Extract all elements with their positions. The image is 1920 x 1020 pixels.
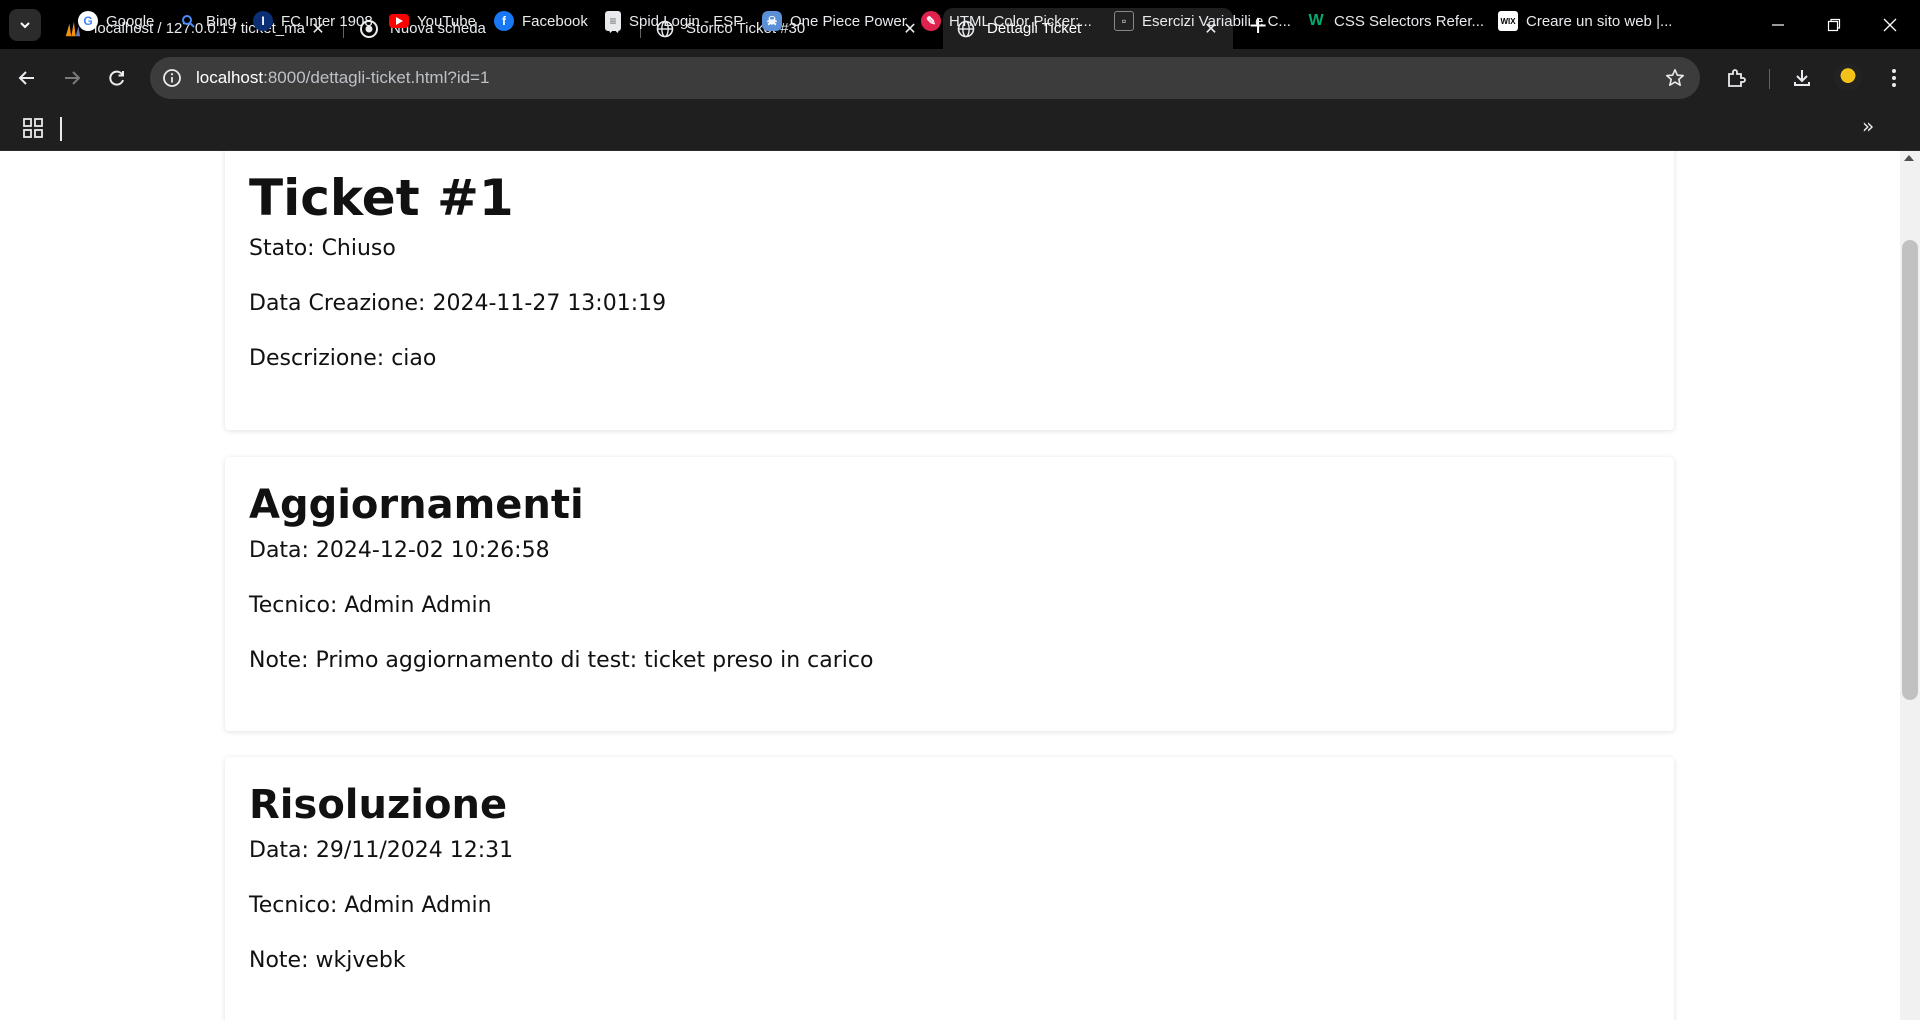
restore-button[interactable] xyxy=(1806,0,1862,49)
bookmark-bing[interactable]: Bing xyxy=(178,9,236,33)
resolution-card: Risoluzione Data: 29/11/2024 12:31 Tecni… xyxy=(225,757,1674,1020)
ticket-creation-date: Data Creazione: 2024-11-27 13:01:19 xyxy=(249,291,667,316)
bookmark-fc-inter[interactable]: I FC Inter 1908 xyxy=(253,9,373,33)
profile-avatar[interactable] xyxy=(1834,63,1862,91)
bing-search-icon xyxy=(178,11,198,31)
bookmarks-divider xyxy=(60,117,62,141)
update-date: Data: 2024-12-02 10:26:58 xyxy=(249,538,550,563)
bookmark-label: CSS Selectors Refer... xyxy=(1334,12,1485,30)
bookmark-label: One Piece Power xyxy=(790,12,907,30)
bookmarks-bar xyxy=(0,108,1920,151)
reload-icon xyxy=(109,70,124,86)
onepiece-icon: ☠ xyxy=(762,11,782,31)
inter-icon: I xyxy=(253,11,273,31)
bookmark-google[interactable]: G Google xyxy=(78,9,154,33)
wix-icon: WIX xyxy=(1498,11,1518,31)
bookmark-wix[interactable]: WIX Creare un sito web |... xyxy=(1498,9,1672,33)
tab-search-button[interactable] xyxy=(9,9,41,41)
url-text[interactable]: localhost:8000/dettagli-ticket.html?id=1 xyxy=(196,68,489,88)
scrollbar-thumb[interactable] xyxy=(1902,240,1918,700)
page-viewport: Ticket #1 Stato: Chiuso Data Creazione: … xyxy=(0,151,1900,1020)
close-icon xyxy=(1883,18,1897,31)
download-icon xyxy=(1794,70,1810,86)
restore-icon xyxy=(1827,18,1841,31)
bookmark-facebook[interactable]: f Facebook xyxy=(494,9,588,33)
w3-icon: W xyxy=(1308,12,1324,29)
extensions-button[interactable] xyxy=(1722,64,1750,92)
scroll-up-arrow-icon[interactable] xyxy=(1904,155,1914,161)
colorpicker-icon: ✎ xyxy=(921,11,941,31)
bookmark-label: YouTube xyxy=(417,12,476,30)
minimize-button[interactable] xyxy=(1750,0,1806,49)
ticket-status: Stato: Chiuso xyxy=(249,236,396,261)
resolution-notes: Note: wkjvebk xyxy=(249,948,406,973)
arrow-right-icon xyxy=(65,71,81,85)
bookmark-label: FC Inter 1908 xyxy=(281,12,373,30)
bookmark-label: Creare un sito web |... xyxy=(1526,12,1673,30)
address-bar[interactable]: localhost:8000/dettagli-ticket.html?id=1 xyxy=(150,57,1700,99)
forward-button[interactable] xyxy=(57,63,87,93)
bookmark-css-selectors[interactable]: W CSS Selectors Refer... xyxy=(1306,9,1484,33)
resolution-technician: Tecnico: Admin Admin xyxy=(249,893,492,918)
bookmark-label: Bing xyxy=(206,12,237,30)
bookmark-esercizi[interactable]: ▫ Esercizi Variabili e C... xyxy=(1114,9,1291,33)
menu-button[interactable] xyxy=(1880,64,1908,92)
bookmark-spid-login[interactable]: ≡ Spid Login - ESP xyxy=(605,9,743,33)
bookmark-label: Esercizi Variabili e C... xyxy=(1142,12,1291,30)
browser-toolbar: localhost:8000/dettagli-ticket.html?id=1 xyxy=(0,49,1920,108)
minimize-icon xyxy=(1772,23,1784,26)
updates-title: Aggiornamenti xyxy=(249,482,584,528)
url-path: :8000/dettagli-ticket.html?id=1 xyxy=(263,68,490,87)
url-host: localhost xyxy=(196,68,264,87)
bookmark-label: Facebook xyxy=(522,12,588,30)
bookmark-one-piece[interactable]: ☠ One Piece Power xyxy=(762,9,907,33)
bookmark-label: HTML Color Picker:... xyxy=(949,12,1092,30)
close-window-button[interactable] xyxy=(1862,0,1918,49)
bookmark-label: Google xyxy=(106,12,155,30)
youtube-icon xyxy=(389,14,409,28)
back-button[interactable] xyxy=(12,63,42,93)
puzzle-icon xyxy=(1728,69,1746,87)
kebab-menu-icon xyxy=(1892,69,1896,87)
bookmark-label: Spid Login - ESP xyxy=(629,12,744,30)
document-icon: ≡ xyxy=(605,11,621,31)
update-notes: Note: Primo aggiornamento di test: ticke… xyxy=(249,648,874,673)
site-info-icon[interactable] xyxy=(160,66,184,90)
ticket-description: Descrizione: ciao xyxy=(249,346,437,371)
update-technician: Tecnico: Admin Admin xyxy=(249,593,492,618)
ticket-card: Ticket #1 Stato: Chiuso Data Creazione: … xyxy=(225,151,1674,430)
facebook-icon: f xyxy=(494,11,514,31)
updates-card: Aggiornamenti Data: 2024-12-02 10:26:58 … xyxy=(225,457,1674,731)
google-icon: G xyxy=(78,11,98,31)
bookmark-star-icon[interactable] xyxy=(1664,67,1686,89)
downloads-button[interactable] xyxy=(1788,64,1816,92)
bookmark-html-color-picker[interactable]: ✎ HTML Color Picker:... xyxy=(921,9,1092,33)
reload-button[interactable] xyxy=(102,63,132,93)
ticket-title: Ticket #1 xyxy=(249,169,514,227)
page-icon: ▫ xyxy=(1114,11,1134,31)
arrow-left-icon xyxy=(18,71,34,85)
resolution-title: Risoluzione xyxy=(249,782,508,828)
bookmark-youtube[interactable]: YouTube xyxy=(389,9,476,33)
bookmarks-overflow-button[interactable]: » xyxy=(1862,114,1874,138)
chevron-down-icon xyxy=(20,22,30,29)
toolbar-separator xyxy=(1769,69,1770,89)
apps-grid-icon[interactable] xyxy=(22,117,44,139)
resolution-date: Data: 29/11/2024 12:31 xyxy=(249,838,514,863)
